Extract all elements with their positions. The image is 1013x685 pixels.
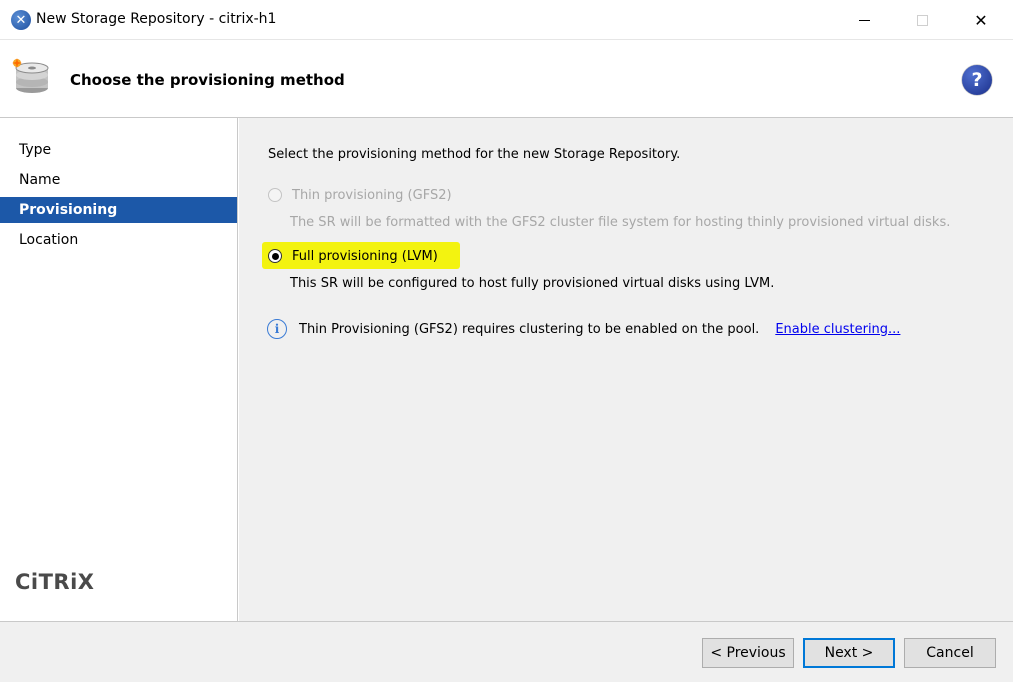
minimize-button[interactable] xyxy=(835,0,893,40)
wizard-header: Choose the provisioning method ? xyxy=(0,40,1013,118)
thin-provisioning-label: Thin provisioning (GFS2) xyxy=(292,187,452,203)
thin-provisioning-option: Thin provisioning (GFS2) xyxy=(268,185,452,205)
next-button[interactable]: Next > xyxy=(803,638,895,668)
storage-disk-icon xyxy=(12,58,49,93)
minimize-icon xyxy=(858,19,870,21)
xencenter-app-icon: ✕ xyxy=(11,10,31,30)
nav-item-type[interactable]: Type xyxy=(0,137,237,163)
clustering-info-text: Thin Provisioning (GFS2) requires cluste… xyxy=(299,321,760,337)
full-provisioning-description: This SR will be configured to host fully… xyxy=(290,276,775,291)
intro-text: Select the provisioning method for the n… xyxy=(268,147,681,162)
title-bar: ✕ New Storage Repository - citrix-h1 ✕ xyxy=(0,0,1013,40)
close-button[interactable]: ✕ xyxy=(952,0,1010,40)
maximize-button xyxy=(893,0,951,40)
enable-clustering-link[interactable]: Enable clustering... xyxy=(775,322,900,337)
previous-button[interactable]: < Previous xyxy=(702,638,794,668)
thin-provisioning-radio xyxy=(268,188,282,202)
full-provisioning-option[interactable]: Full provisioning (LVM) xyxy=(268,246,438,266)
help-icon[interactable]: ? xyxy=(962,65,992,95)
content-panel: Select the provisioning method for the n… xyxy=(239,118,1013,621)
cancel-button[interactable]: Cancel xyxy=(904,638,996,668)
nav-item-provisioning[interactable]: Provisioning xyxy=(0,197,237,223)
nav-item-name[interactable]: Name xyxy=(0,167,237,193)
clustering-info: i Thin Provisioning (GFS2) requires clus… xyxy=(267,319,900,339)
full-provisioning-label[interactable]: Full provisioning (LVM) xyxy=(292,249,438,264)
thin-provisioning-description: The SR will be formatted with the GFS2 c… xyxy=(290,215,951,230)
nav-item-location[interactable]: Location xyxy=(0,227,237,253)
full-provisioning-radio[interactable] xyxy=(268,249,282,263)
citrix-logo: CiTRiX xyxy=(15,570,95,594)
wizard-steps-nav: Type Name Provisioning Location CiTRiX xyxy=(0,118,238,621)
window-title: New Storage Repository - citrix-h1 xyxy=(36,11,277,27)
radio-selected-dot xyxy=(271,252,279,260)
page-title: Choose the provisioning method xyxy=(70,71,345,89)
info-icon: i xyxy=(267,319,287,339)
wizard-footer: < Previous Next > Cancel xyxy=(0,621,1013,685)
close-icon: ✕ xyxy=(974,10,988,30)
maximize-icon xyxy=(916,14,928,26)
